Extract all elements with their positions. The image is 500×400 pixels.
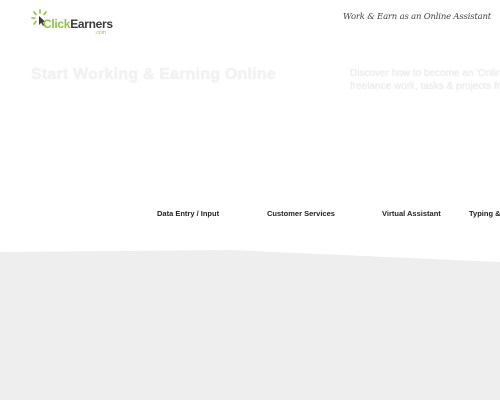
header-tagline: Work & Earn as an Online Assistant xyxy=(343,12,491,22)
section-divider-band xyxy=(0,250,500,400)
page: ClickEarners .com Work & Earn as an Onli… xyxy=(0,0,500,400)
category-customer-services[interactable]: Customer Services xyxy=(267,209,335,218)
hero-description-line-2: freelance work, tasks & projects fro xyxy=(350,81,500,92)
category-nav: Data Entry / Input Customer Services Vir… xyxy=(0,209,500,221)
hero-title: Start Working & Earning Online xyxy=(31,66,276,83)
category-virtual-assistant[interactable]: Virtual Assistant xyxy=(382,209,441,218)
hero-description-line-1: Discover how to become an 'Online xyxy=(350,68,500,79)
logo-wordmark: ClickEarners xyxy=(43,17,113,31)
site-logo[interactable]: ClickEarners .com xyxy=(31,9,113,36)
logo-domain: .com xyxy=(95,30,106,36)
category-typing[interactable]: Typing & Tr xyxy=(469,209,500,218)
hero-description: Discover how to become an 'Online freela… xyxy=(350,67,500,93)
logo-wordmark-part2: Earners xyxy=(70,17,113,31)
category-data-entry[interactable]: Data Entry / Input xyxy=(157,209,219,218)
logo-wordmark-part1: Click xyxy=(43,17,71,31)
